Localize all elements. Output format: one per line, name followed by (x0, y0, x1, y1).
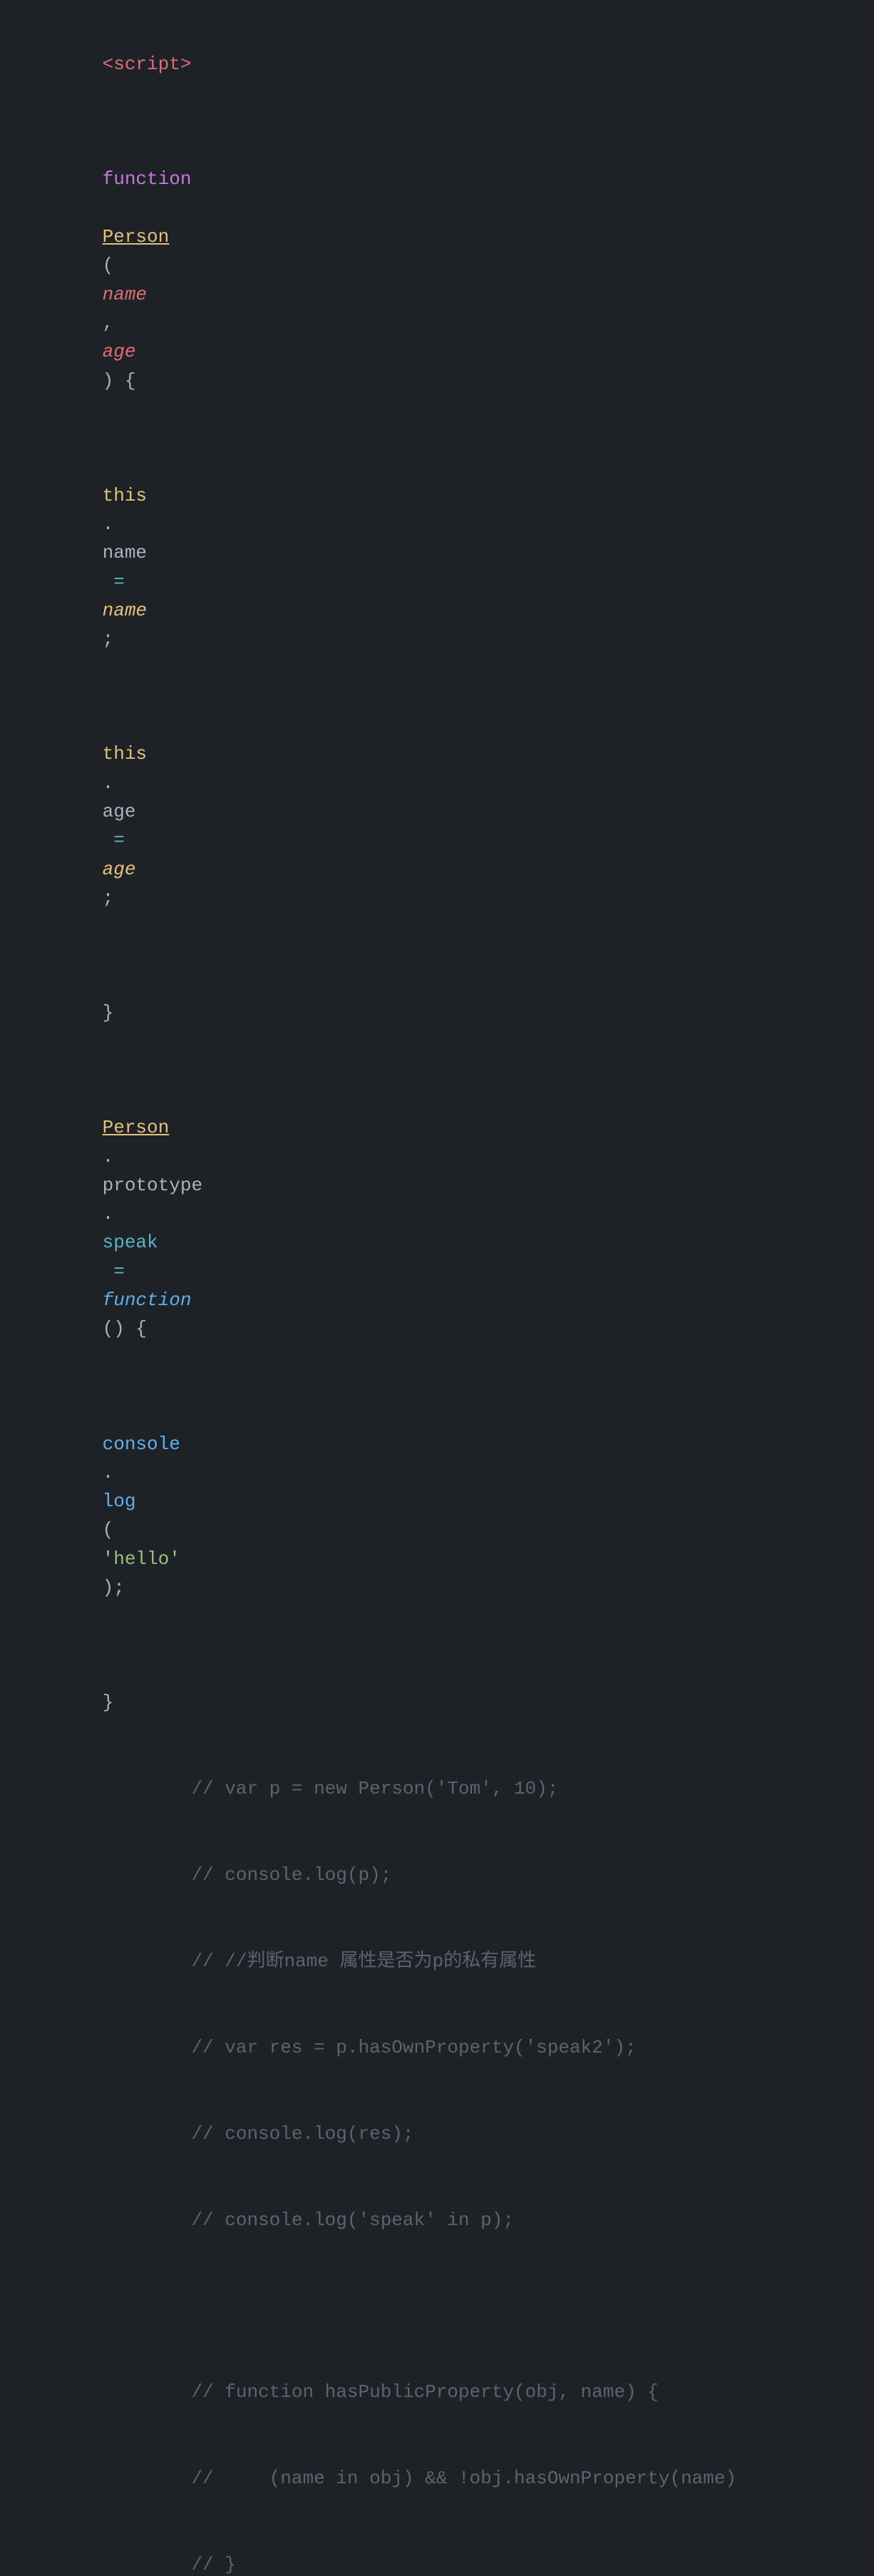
param-name: name (103, 284, 147, 305)
line-comment-has-1: // function hasPublicProperty(obj, name)… (0, 2349, 874, 2436)
line-empty-1 (0, 2263, 874, 2291)
person-prototype: Person (103, 1117, 170, 1138)
this-keyword-1: this (103, 485, 147, 506)
param-age: age (103, 341, 136, 362)
line-comment-4: // var res = p.hasOwnProperty('speak2'); (0, 2004, 874, 2090)
line-comment-1: // var p = new Person('Tom', 10); (0, 1746, 874, 1832)
line-comment-5: // console.log(res); (0, 2090, 874, 2177)
line-console-hello: console . log ( 'hello' ); (0, 1372, 874, 1631)
keyword-function-2: function (103, 1289, 192, 1311)
line-empty-3 (0, 2321, 874, 2349)
line-close-2: } (0, 1631, 874, 1746)
line-comment-3: // //判断name 属性是否为p的私有属性 (0, 1918, 874, 2005)
line-comment-has-3: // } (0, 2522, 874, 2576)
line-empty-2 (0, 2291, 874, 2320)
line-comment-6: // console.log('speak' in p); (0, 2177, 874, 2263)
line-this-name: this . name = name ; (0, 424, 874, 683)
val-age: age (103, 859, 136, 880)
prop-name: name (103, 542, 147, 563)
code-block: <script> function Person ( name , age ) … (0, 14, 874, 2576)
tag-script-open: <script> (103, 53, 192, 75)
line-comment-has-2: // (name in obj) && !obj.hasOwnProperty(… (0, 2436, 874, 2522)
this-keyword-2: this (103, 743, 147, 765)
prop-age: age (103, 801, 136, 822)
line-comment-2: // console.log(p); (0, 1832, 874, 1918)
val-name: name (103, 600, 147, 621)
person-name: Person (103, 226, 170, 247)
line-func-person: function Person ( name , age ) { (0, 108, 874, 424)
line-this-age: this . age = age ; (0, 683, 874, 941)
keyword-function: function (103, 168, 192, 190)
line-close-1: } (0, 941, 874, 1056)
line-prototype: Person . prototype . speak = function ()… (0, 1056, 874, 1372)
line-script-open: <script> (0, 21, 874, 108)
